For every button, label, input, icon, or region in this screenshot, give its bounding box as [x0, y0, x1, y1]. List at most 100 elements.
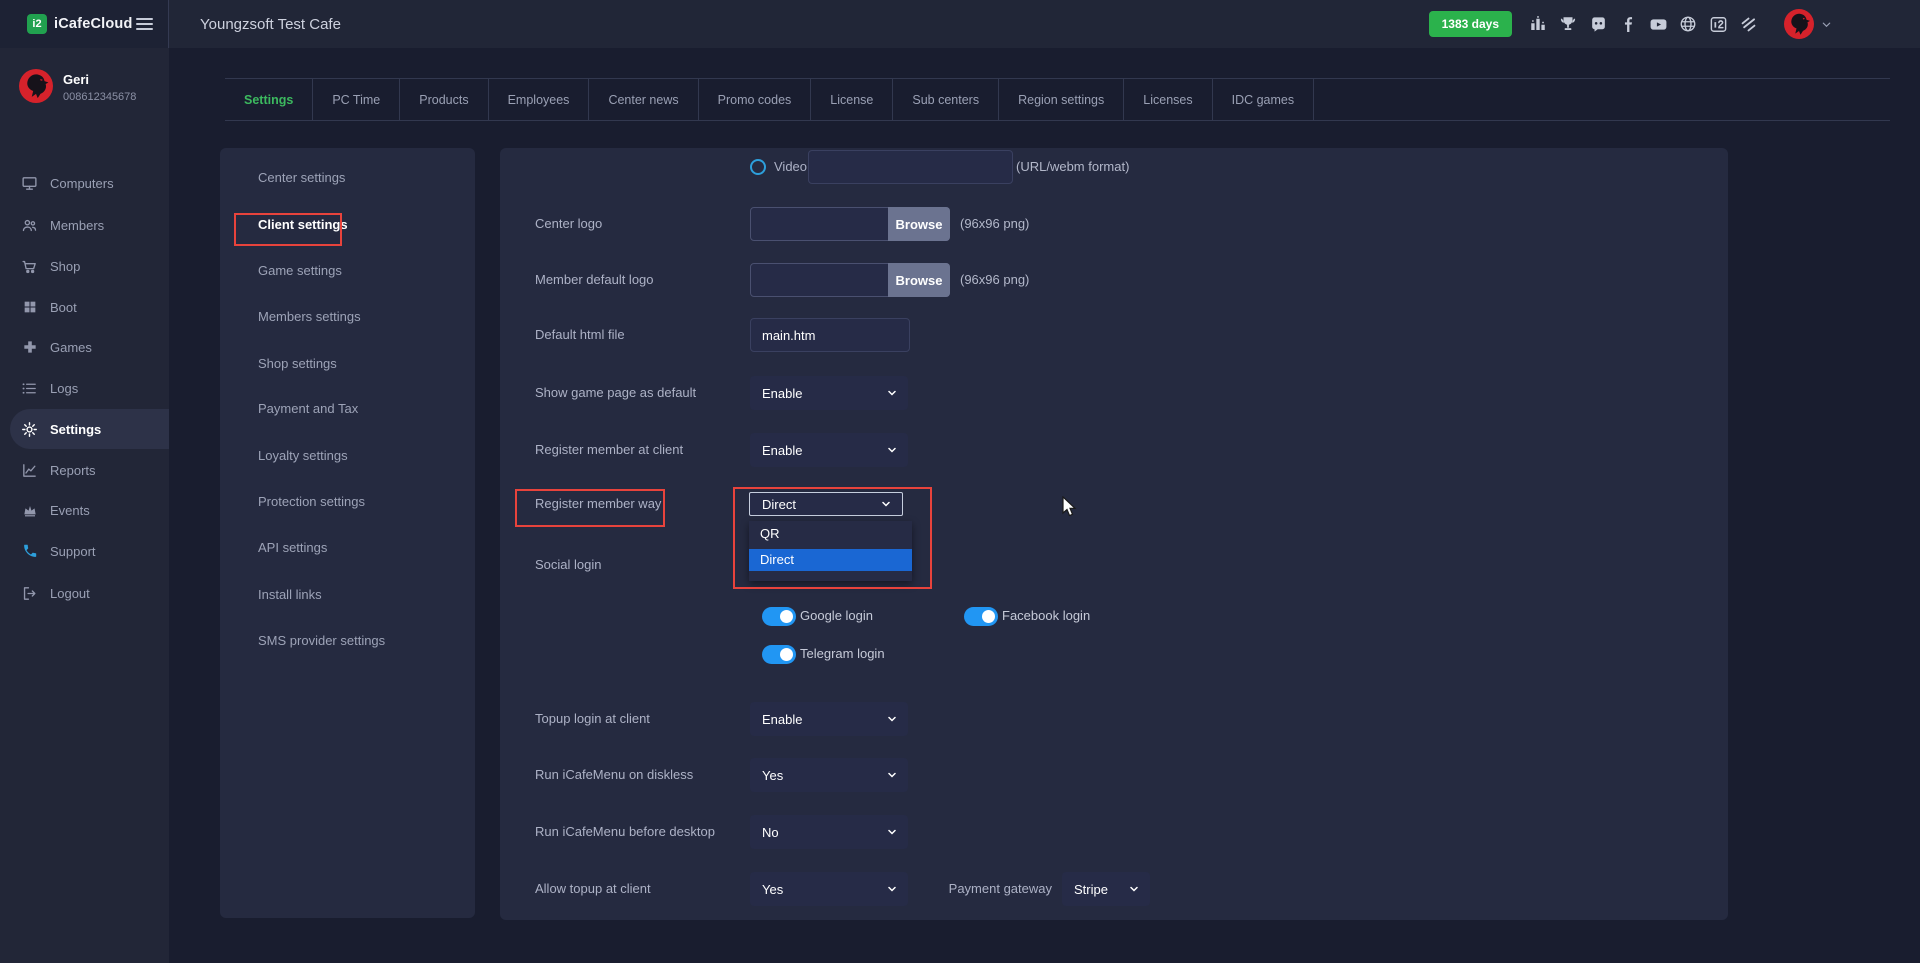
chevron-down-icon [1128, 883, 1140, 895]
chevron-down-icon [886, 713, 898, 725]
tab-idc-games[interactable]: IDC games [1213, 79, 1315, 120]
run-diskless-select[interactable]: Yes [750, 758, 908, 792]
sidebar-avatar[interactable] [19, 69, 53, 103]
icafecloud-icon[interactable] [1706, 12, 1730, 36]
run-before-desktop-select[interactable]: No [750, 815, 908, 849]
register-member-way-select[interactable]: Direct [749, 492, 903, 516]
ranking-icon[interactable] [1526, 12, 1550, 36]
windows-icon [21, 299, 38, 316]
main-content: Settings PC Time Products Employees Cent… [169, 48, 1920, 963]
topup-login-select[interactable]: Enable [750, 702, 908, 736]
google-login-toggle[interactable] [762, 607, 796, 626]
sidebar-item-events[interactable]: Events [0, 490, 169, 530]
center-logo-file-input[interactable]: Browse [750, 207, 950, 241]
video-radio[interactable] [750, 159, 766, 175]
chevron-down-icon [886, 826, 898, 838]
default-html-input[interactable] [750, 318, 910, 352]
sidebar-item-label: Games [50, 340, 92, 355]
center-logo-browse-button[interactable]: Browse [888, 207, 950, 241]
submenu-center-settings[interactable]: Center settings [220, 168, 345, 188]
brand-name: iCafeCloud [54, 16, 133, 32]
center-logo-row: Center logo Browse (96x96 png) [500, 207, 1728, 241]
option-qr[interactable]: QR [749, 523, 912, 545]
run-diskless-label: Run iCafeMenu on diskless [535, 758, 693, 792]
allow-topup-select[interactable]: Yes [750, 872, 908, 906]
globe-icon[interactable] [1676, 12, 1700, 36]
discord-icon[interactable] [1586, 12, 1610, 36]
top-header: i2 iCafeCloud Youngzsoft Test Cafe 1383 … [0, 0, 1920, 48]
default-html-row: Default html file [500, 318, 1728, 352]
tab-sub-centers[interactable]: Sub centers [893, 79, 999, 120]
tab-region-settings[interactable]: Region settings [999, 79, 1124, 120]
sidebar-item-members[interactable]: Members [0, 205, 169, 245]
sidebar-item-logs[interactable]: Logs [0, 368, 169, 408]
submenu-loyalty-settings[interactable]: Loyalty settings [220, 446, 348, 466]
sidebar-item-label: Reports [50, 463, 96, 478]
option-direct[interactable]: Direct [749, 549, 912, 571]
social-toggles-row-1: Google login Facebook login [500, 599, 1728, 633]
show-game-page-select[interactable]: Enable [750, 376, 908, 410]
chevron-down-icon [886, 387, 898, 399]
menu-toggle-icon[interactable] [136, 18, 153, 30]
tab-license[interactable]: License [811, 79, 893, 120]
member-logo-file-input[interactable]: Browse [750, 263, 950, 297]
tab-employees[interactable]: Employees [489, 79, 590, 120]
app-root: i2 iCafeCloud Youngzsoft Test Cafe 1383 … [0, 0, 1920, 963]
submenu-api-settings[interactable]: API settings [220, 538, 327, 558]
sidebar-item-logout[interactable]: Logout [0, 573, 169, 613]
register-member-client-value: Enable [762, 443, 802, 458]
sidebar-item-label: Computers [50, 176, 114, 191]
run-diskless-row: Run iCafeMenu on diskless Yes [500, 758, 1728, 792]
sidebar-item-settings[interactable]: Settings [10, 409, 169, 449]
topbar-icons [1526, 12, 1760, 36]
user-avatar[interactable] [1784, 9, 1814, 39]
sidebar-item-reports[interactable]: Reports [0, 450, 169, 490]
tab-products[interactable]: Products [400, 79, 488, 120]
sidebar-item-support[interactable]: Support [0, 531, 169, 571]
run-diskless-value: Yes [762, 768, 783, 783]
tab-center-news[interactable]: Center news [589, 79, 698, 120]
payment-gateway-select[interactable]: Stripe [1062, 872, 1150, 906]
tab-settings[interactable]: Settings [225, 79, 313, 120]
tab-promo-codes[interactable]: Promo codes [699, 79, 812, 120]
youtube-icon[interactable] [1646, 12, 1670, 36]
submenu-payment-and-tax[interactable]: Payment and Tax [220, 399, 358, 419]
crown-icon [21, 502, 38, 519]
submenu-members-settings[interactable]: Members settings [220, 307, 361, 327]
submenu-game-settings[interactable]: Game settings [220, 261, 342, 281]
members-icon [21, 217, 38, 234]
submenu-client-settings[interactable]: Client settings [220, 215, 348, 235]
facebook-login-toggle[interactable] [964, 607, 998, 626]
member-logo-browse-button[interactable]: Browse [888, 263, 950, 297]
sidebar-item-label: Shop [50, 259, 80, 274]
submenu-sms-provider-settings[interactable]: SMS provider settings [220, 631, 385, 651]
run-before-desktop-value: No [762, 825, 779, 840]
allow-topup-row: Allow topup at client Yes Payment gatewa… [500, 872, 1728, 906]
submenu-protection-settings[interactable]: Protection settings [220, 492, 365, 512]
sidebar-item-label: Logs [50, 381, 78, 396]
video-hint: (URL/webm format) [1016, 150, 1129, 184]
trophy-icon[interactable] [1556, 12, 1580, 36]
youngzsoft-icon[interactable] [1736, 12, 1760, 36]
video-url-input[interactable] [808, 150, 1013, 184]
submenu-shop-settings[interactable]: Shop settings [220, 354, 337, 374]
member-logo-hint: (96x96 png) [960, 263, 1029, 297]
topup-login-value: Enable [762, 712, 802, 727]
tab-pc-time[interactable]: PC Time [313, 79, 400, 120]
register-member-client-row: Register member at client Enable [500, 433, 1728, 467]
sidebar-item-boot[interactable]: Boot [0, 287, 169, 327]
chevron-down-icon[interactable] [1821, 19, 1832, 30]
google-login-label: Google login [792, 599, 873, 633]
submenu-install-links[interactable]: Install links [220, 585, 322, 605]
sidebar-item-shop[interactable]: Shop [0, 246, 169, 286]
video-row: Video (URL/webm format) [500, 150, 1728, 184]
license-days-badge[interactable]: 1383 days [1429, 11, 1512, 37]
telegram-login-toggle[interactable] [762, 645, 796, 664]
facebook-icon[interactable] [1616, 12, 1640, 36]
sidebar-item-games[interactable]: Games [0, 327, 169, 367]
register-member-client-select[interactable]: Enable [750, 433, 908, 467]
register-member-way-dropdown: QR Direct [749, 521, 912, 581]
run-before-desktop-row: Run iCafeMenu before desktop No [500, 815, 1728, 849]
tab-licenses[interactable]: Licenses [1124, 79, 1212, 120]
sidebar-item-computers[interactable]: Computers [0, 163, 169, 203]
